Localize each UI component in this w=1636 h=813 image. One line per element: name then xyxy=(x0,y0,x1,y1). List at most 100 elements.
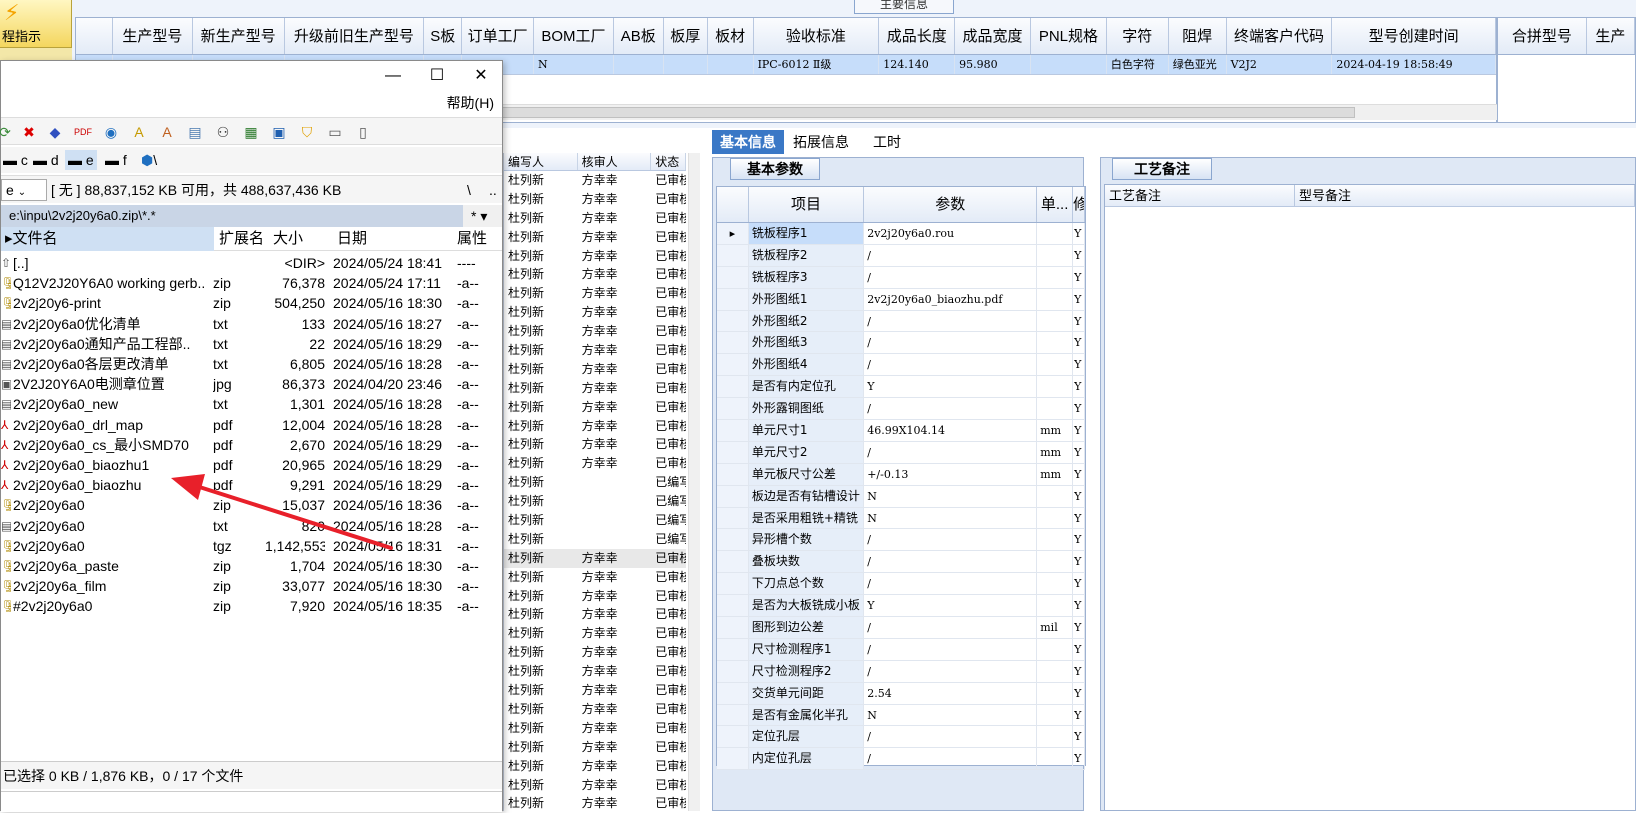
param-row[interactable]: 叠板块数 / Y xyxy=(717,551,1085,574)
model-col-header[interactable]: 验收标准 xyxy=(754,18,880,54)
file-row[interactable]: ▤ 2v2j20y6a0各层更改清单 txt 6,805 2024/05/16 18:2… xyxy=(1,354,502,374)
help-menu[interactable]: 帮助(H) xyxy=(447,93,494,113)
author-row[interactable]: 杜列新 方幸幸 已审核 xyxy=(504,605,686,624)
param-row[interactable]: 单元尺寸1 46.99X104.14 mm Y xyxy=(717,420,1085,442)
model-col-header[interactable]: BOM工厂 xyxy=(534,18,614,54)
param-cell-val[interactable]: +/-0.13 xyxy=(864,463,1038,485)
param-row[interactable]: 板边是否有钻槽设计 N Y xyxy=(717,485,1085,508)
excel-icon[interactable]: ▦ xyxy=(241,122,261,142)
remark-col-process[interactable]: 工艺备注 xyxy=(1105,185,1295,206)
model-col-header[interactable]: 订单工厂 xyxy=(462,18,535,54)
refresh-icon[interactable]: ⟳ xyxy=(0,122,15,142)
author-row[interactable]: 杜列新 方幸幸 已审核 xyxy=(504,794,686,813)
param-cell-val[interactable]: N xyxy=(864,507,1038,529)
file-row[interactable]: ▤ 2v2j20y6a0_new txt 1,301 2024/05/16 18:28-… xyxy=(1,394,502,414)
param-cell-val[interactable]: 2v2j20y6a0.rou xyxy=(864,223,1038,244)
command-line[interactable] xyxy=(1,791,502,812)
model-col-header[interactable]: 成品长度 xyxy=(879,18,956,54)
tab-work-hours[interactable]: 工时 xyxy=(865,130,909,154)
param-cell-val[interactable]: 46.99X104.14 xyxy=(864,420,1038,441)
merge-col-header[interactable]: 生产 xyxy=(1587,18,1635,54)
tab-basic-info[interactable]: 基本信息 xyxy=(712,130,784,154)
drive-network[interactable]: ⬢\ xyxy=(141,150,157,170)
param-col-header[interactable]: 参数 xyxy=(864,187,1038,222)
param-cell-val[interactable]: / xyxy=(864,617,1038,638)
file-row[interactable]: 🗜 2v2j20y6-print zip 504,250 2024/05/16 18:3… xyxy=(1,293,502,313)
param-cell-val[interactable]: N xyxy=(864,704,1038,726)
model-cell[interactable]: N xyxy=(534,55,614,74)
param-cell-val[interactable]: / xyxy=(864,726,1038,748)
author-row[interactable]: 杜列新 方幸幸 已审核 xyxy=(504,757,686,776)
param-col-header[interactable]: 单... xyxy=(1037,187,1074,222)
param-row[interactable]: 铣板程序2/ Y xyxy=(717,244,1085,267)
globe-icon[interactable]: ◉ xyxy=(101,122,121,142)
author-row[interactable]: 杜列新 方幸幸 已审核 xyxy=(504,190,686,209)
file-row[interactable]: ▤ 2v2j20y6a0 txt 820 2024/05/16 18:28 -a-- xyxy=(1,516,502,536)
model-col-header[interactable]: 生产型号 xyxy=(113,18,193,54)
model-col-header[interactable]: 终端客户代码 xyxy=(1227,18,1333,54)
param-col-header[interactable]: 项目 xyxy=(749,187,865,222)
author-row[interactable]: 杜列新 方幸幸 已审核 xyxy=(504,776,686,795)
author-row[interactable]: 杜列新 方幸幸 已审核 xyxy=(504,284,686,303)
page-icon[interactable]: ▯ xyxy=(353,122,373,142)
param-row[interactable]: 单元尺寸2/mm Y xyxy=(717,441,1085,464)
file-row[interactable]: 🗜 2v2j20y6a_film zip 33,077 2024/05/16 18:30… xyxy=(1,576,502,596)
author-row[interactable]: 杜列新 方幸幸 已审核 xyxy=(504,568,686,587)
col-size[interactable]: 大小 xyxy=(269,227,303,251)
window-icon[interactable]: ▭ xyxy=(325,122,345,142)
param-row[interactable]: 是否采用粗铣+精铣 N Y xyxy=(717,507,1085,530)
file-row[interactable]: ▣ 2V2J20Y6A0电测章位置 jpg 86,373 2024/04/20 23:4… xyxy=(1,374,502,394)
model-cell[interactable] xyxy=(708,55,754,74)
param-cell-val[interactable]: / xyxy=(864,266,1038,288)
author-row[interactable]: 杜列新 方幸幸 已审核 xyxy=(504,417,686,436)
model-col-header[interactable]: 成品宽度 xyxy=(955,18,1031,54)
merge-col-header[interactable]: 合拼型号 xyxy=(1498,18,1587,54)
param-row[interactable]: 尺寸检测程序1/ Y xyxy=(717,638,1085,661)
file-row[interactable]: ⅄ 2v2j20y6a0_biaozhu pdf 9,291 2024/05/16 18… xyxy=(1,475,502,495)
author-row[interactable]: 杜列新 方幸幸 已审核 xyxy=(504,454,686,473)
param-row[interactable]: 异形槽个数 / Y xyxy=(717,529,1085,552)
drive-select[interactable]: e ⌄ xyxy=(1,179,47,201)
author-row[interactable]: 杜列新 方幸幸 已审核 xyxy=(504,265,686,284)
file-row[interactable]: 🗜 Q12V2J20Y6A0 working gerb.. zip 76,378 202… xyxy=(1,273,502,293)
param-cell-val[interactable]: / xyxy=(864,354,1038,376)
basic-params-title[interactable]: 基本参数 xyxy=(730,158,820,180)
param-row[interactable]: 外形图纸4/ Y xyxy=(717,354,1085,377)
model-cell[interactable]: IPC-6012 Ⅱ级 xyxy=(754,55,880,74)
author-row[interactable]: 杜列新 已编写 xyxy=(504,492,686,511)
minimize-icon[interactable]: — xyxy=(371,63,415,89)
author-row[interactable]: 杜列新 方幸幸 已审核 xyxy=(504,681,686,700)
param-cell-val[interactable]: Y xyxy=(864,595,1038,617)
model-cell[interactable] xyxy=(614,55,664,74)
author-row[interactable]: 杜列新 方幸幸 已审核 xyxy=(504,228,686,247)
param-cell-val[interactable]: / xyxy=(864,638,1038,660)
root-button[interactable]: \ xyxy=(467,179,471,201)
param-col-header[interactable]: 修 xyxy=(1073,187,1085,222)
param-row[interactable]: 外形图纸2/ Y xyxy=(717,310,1085,333)
author-row[interactable]: 杜列新 方幸幸 已审核 xyxy=(504,643,686,662)
author-row[interactable]: 杜列新 方幸幸 已审核 xyxy=(504,435,686,454)
author-row[interactable]: 杜列新 方幸幸 已审核 xyxy=(504,624,686,643)
file-row[interactable]: 🗜 2v2j20y6a0 zip 15,037 2024/05/16 18:36 -a-- xyxy=(1,495,502,515)
model-col-header[interactable]: 型号创建时间 xyxy=(1332,18,1497,54)
model-cell[interactable]: 白色字符 xyxy=(1107,55,1169,74)
param-cell-val[interactable]: / xyxy=(864,529,1038,551)
file-row[interactable]: ▤ 2v2j20y6a0通知产品工程部.. txt 22 2024/05/16 18:2… xyxy=(1,334,502,354)
drive-c[interactable]: ▬ c xyxy=(3,150,28,170)
model-col-header[interactable]: S板 xyxy=(424,18,463,54)
filter-button[interactable]: * ▾ xyxy=(471,205,487,227)
network-icon[interactable]: ⚇ xyxy=(213,122,233,142)
model-cell[interactable]: 124.140 xyxy=(879,55,956,74)
word-icon[interactable]: ▣ xyxy=(269,122,289,142)
author-row[interactable]: 杜列新 已编写 xyxy=(504,511,686,530)
author-row[interactable]: 杜列新 方幸幸 已审核 xyxy=(504,662,686,681)
path-field[interactable]: e:\inpu\2v2j20y6a0.zip\*.* xyxy=(1,205,463,227)
param-cell-val[interactable]: / xyxy=(864,441,1038,463)
param-row[interactable]: 图形到边公差 / mil Y xyxy=(717,617,1085,639)
maximize-icon[interactable]: ☐ xyxy=(415,63,459,89)
text-a-icon[interactable]: A xyxy=(129,122,149,142)
author-row[interactable]: 杜列新 方幸幸 已审核 xyxy=(504,209,686,228)
col-date[interactable]: 日期 xyxy=(333,227,367,251)
launcher-button[interactable]: ⚡ 程指示 xyxy=(0,0,72,48)
drive-d[interactable]: ▬ d xyxy=(33,150,59,170)
